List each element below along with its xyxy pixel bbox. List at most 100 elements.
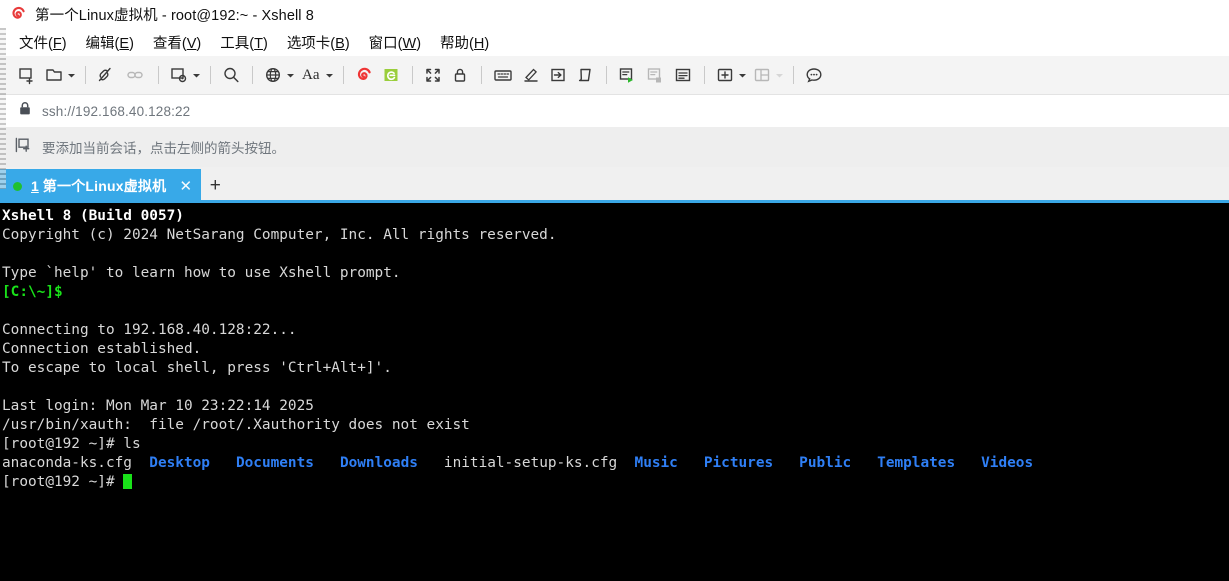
hint-text: 要添加当前会话，点击左侧的箭头按钮。 (42, 141, 285, 156)
font-button[interactable]: Aa (297, 62, 335, 88)
tab-bar: 1 第一个Linux虚拟机 ✕ + (0, 167, 1229, 203)
toolbar-separator (480, 66, 482, 84)
toolbar-separator (703, 66, 705, 84)
lock-session-button[interactable] (447, 62, 473, 88)
terminal-line: [C:\~]$ (2, 284, 63, 300)
collapsed-session-panel-handle[interactable] (0, 28, 6, 189)
reconnect-link-icon (125, 65, 147, 85)
run-script-icon (617, 65, 638, 85)
script-button[interactable] (572, 62, 598, 88)
add-session-icon[interactable] (14, 136, 33, 159)
tab-session-1[interactable]: 1 第一个Linux虚拟机 ✕ (0, 169, 202, 203)
session-log-button[interactable] (670, 62, 696, 88)
lock-icon (450, 65, 470, 85)
menu-tabs[interactable]: 选项卡(B) (286, 30, 351, 55)
new-session-button[interactable] (14, 62, 40, 88)
terminal-line: Xshell 8 (Build 0057) (2, 208, 184, 224)
send-key-icon (548, 65, 568, 85)
xshell-spiral-logo-icon (9, 5, 27, 23)
session-properties-icon (169, 65, 189, 85)
reconnect-button[interactable] (122, 62, 150, 88)
search-icon (221, 65, 241, 85)
terminal-line: [root@192 ~]# ls (2, 436, 141, 452)
fullscreen-icon (423, 65, 443, 85)
toolbar-separator (411, 66, 413, 84)
terminal-line: Connection established. (2, 341, 202, 357)
find-button[interactable] (218, 62, 244, 88)
encoding-button[interactable] (260, 62, 296, 88)
terminal-line: To escape to local shell, press 'Ctrl+Al… (2, 360, 392, 376)
add-pane-icon (715, 65, 735, 85)
address-url[interactable]: ssh://192.168.40.128:22 (42, 104, 190, 119)
add-pane-button[interactable] (712, 62, 748, 88)
terminal-line: Last login: Mon Mar 10 23:22:14 2025 (2, 398, 314, 414)
disconnect-icon (96, 65, 118, 85)
terminal-line: Connecting to 192.168.40.128:22... (2, 322, 297, 338)
keyboard-icon (492, 65, 514, 85)
run-script-button[interactable] (614, 62, 641, 88)
script-icon (575, 65, 595, 85)
menu-tools[interactable]: 工具(T) (219, 30, 269, 55)
new-session-icon (17, 65, 37, 85)
xftp-green-icon (381, 65, 401, 85)
title-bar: 第一个Linux虚拟机 - root@192:~ - Xshell 8 (0, 0, 1229, 28)
send-key-button[interactable] (545, 62, 571, 88)
chevron-down-icon[interactable] (192, 71, 201, 80)
toolbar-separator (158, 66, 159, 84)
highlight-pen-icon (521, 65, 541, 85)
menu-view[interactable]: 查看(V) (152, 30, 202, 55)
tab-index: 1 (31, 178, 39, 194)
chat-icon (804, 65, 824, 85)
disconnect-button[interactable] (93, 62, 121, 88)
xftp-spiral-icon (354, 65, 374, 85)
hint-bar: 要添加当前会话，点击左侧的箭头按钮。 (0, 127, 1229, 167)
menu-bar: 文件(F) 编辑(E) 查看(V) 工具(T) 选项卡(B) 窗口(W) 帮助(… (0, 28, 1229, 56)
fullscreen-button[interactable] (420, 62, 446, 88)
menu-edit[interactable]: 编辑(E) (85, 30, 135, 55)
terminal-line: Copyright (c) 2024 NetSarang Computer, I… (2, 227, 557, 243)
terminal-line: Type `help' to learn how to use Xshell p… (2, 265, 401, 281)
layout-button[interactable] (749, 62, 785, 88)
split-layout-icon (752, 65, 772, 85)
chevron-down-icon[interactable] (286, 71, 295, 80)
address-bar[interactable]: ssh://192.168.40.128:22 (0, 95, 1229, 127)
terminal-screen[interactable]: Xshell 8 (Build 0057) Copyright (c) 2024 … (0, 203, 1229, 581)
chat-button[interactable] (801, 62, 827, 88)
highlight-button[interactable] (518, 62, 544, 88)
menu-window[interactable]: 窗口(W) (368, 30, 422, 55)
toolbar-separator (605, 66, 607, 84)
menu-file[interactable]: 文件(F) (18, 30, 68, 55)
chevron-down-icon[interactable] (67, 71, 76, 80)
chevron-down-icon[interactable] (738, 71, 747, 80)
terminal-line: [root@192 ~]# (2, 473, 1229, 492)
open-session-button[interactable] (41, 62, 77, 88)
toolbar-separator (342, 66, 344, 84)
stop-script-button[interactable] (642, 62, 669, 88)
toolbar-separator (85, 66, 86, 84)
compose-bar-button[interactable] (489, 62, 517, 88)
new-tab-button[interactable]: + (201, 169, 229, 203)
globe-icon (263, 65, 283, 85)
toolbar-separator (252, 66, 253, 84)
open-session-folder-icon (44, 65, 64, 85)
xftp-button[interactable] (351, 62, 377, 88)
log-icon (673, 65, 693, 85)
xshell-window: 第一个Linux虚拟机 - root@192:~ - Xshell 8 文件(F… (0, 0, 1229, 581)
toolbar: Aa (0, 56, 1229, 95)
close-icon[interactable]: ✕ (178, 179, 193, 194)
terminal-line: anaconda-ks.cfg Desktop Documents Downlo… (2, 455, 1034, 471)
connected-dot-icon (13, 181, 22, 191)
properties-button[interactable] (166, 62, 202, 88)
lock-icon (18, 101, 32, 121)
chevron-down-icon[interactable] (775, 71, 784, 80)
terminal-cursor (123, 474, 133, 489)
new-file-transfer-button[interactable] (378, 62, 404, 88)
terminal-line: /usr/bin/xauth: file /root/.Xauthority d… (2, 417, 470, 433)
tab-title: 第一个Linux虚拟机 (42, 178, 167, 194)
window-title: 第一个Linux虚拟机 - root@192:~ - Xshell 8 (35, 7, 314, 24)
menu-help[interactable]: 帮助(H) (439, 30, 490, 55)
chevron-down-icon[interactable] (325, 71, 334, 80)
font-size-icon: Aa (302, 66, 320, 83)
